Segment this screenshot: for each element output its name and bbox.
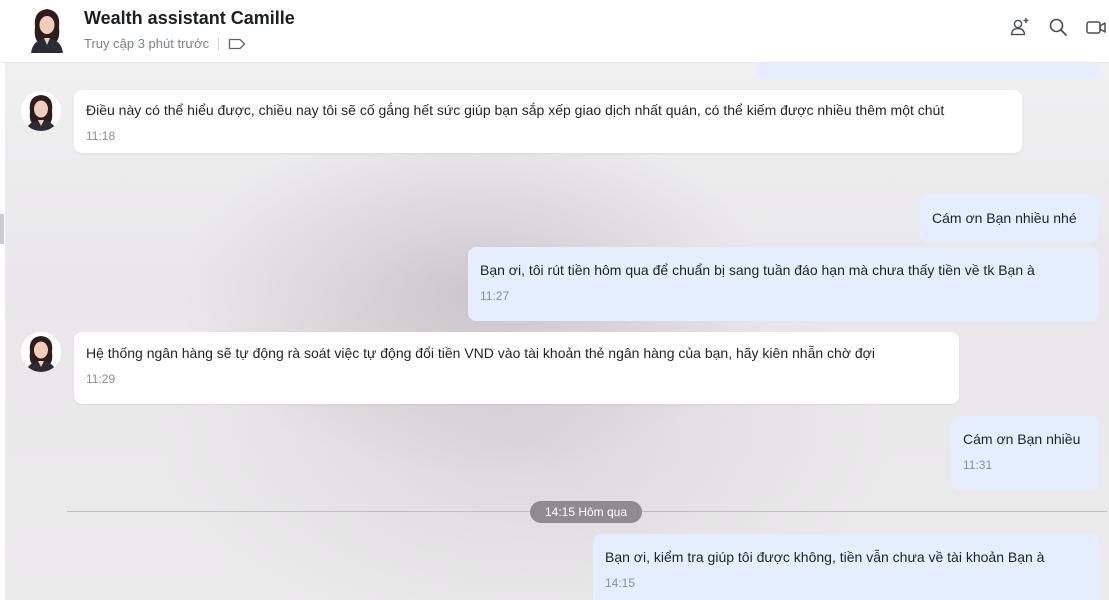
- sender-avatar[interactable]: [21, 91, 61, 131]
- message-text: Điều này có thể hiểu được, chiều nay tôi…: [86, 102, 945, 118]
- video-call-icon[interactable]: [1085, 16, 1107, 38]
- message-bubble-outgoing[interactable]: Bạn ơi, kiểm tra giúp tôi được không, ti…: [593, 534, 1099, 600]
- last-seen-text: Truy cập 3 phút trước: [84, 36, 210, 51]
- message-bubble-incoming[interactable]: Điều này có thể hiểu được, chiều nay tôi…: [74, 90, 1022, 153]
- message-bubble-partial: [756, 63, 1098, 79]
- message-bubble-outgoing[interactable]: Cám ơn Bạn nhiều 11:31: [951, 416, 1099, 490]
- contact-avatar[interactable]: [27, 5, 67, 53]
- message-bubble-incoming[interactable]: Hệ thống ngân hàng sẽ tự động rà soát vi…: [74, 332, 959, 404]
- chat-header: Wealth assistant Camille Truy cập 3 phút…: [0, 0, 1109, 63]
- message-time: 11:31: [963, 458, 993, 472]
- add-member-icon[interactable]: [1009, 16, 1031, 38]
- message-text: Bạn ơi, kiểm tra giúp tôi được không, ti…: [605, 549, 1045, 565]
- message-text: Hệ thống ngân hàng sẽ tự động rà soát vi…: [86, 345, 875, 361]
- message-time: 14:15: [605, 576, 636, 590]
- message-bubble-outgoing[interactable]: Cám ơn Bạn nhiều nhé: [920, 194, 1099, 242]
- sender-avatar[interactable]: [21, 332, 61, 372]
- panel-resize-handle[interactable]: [0, 214, 4, 244]
- message-text: Cám ơn Bạn nhiều: [963, 431, 1081, 447]
- search-icon[interactable]: [1047, 16, 1069, 38]
- message-text: Cám ơn Bạn nhiều nhé: [932, 210, 1077, 226]
- date-divider-label: 14:15 Hôm qua: [530, 501, 642, 523]
- last-seen-status: Truy cập 3 phút trước: [84, 36, 246, 51]
- message-time: 11:29: [86, 372, 116, 386]
- tag-icon[interactable]: [228, 38, 246, 50]
- message-time: 11:27: [480, 289, 510, 303]
- status-separator: [218, 37, 220, 50]
- contact-name: Wealth assistant Camille: [84, 8, 295, 28]
- message-text: Bạn ơi, tôi rút tiền hôm qua để chuẩn bị…: [480, 262, 1035, 278]
- message-time: 11:18: [86, 129, 116, 143]
- message-bubble-outgoing[interactable]: Bạn ơi, tôi rút tiền hôm qua để chuẩn bị…: [468, 247, 1099, 321]
- header-actions: [1009, 16, 1109, 38]
- message-list[interactable]: Điều này có thể hiểu được, chiều nay tôi…: [5, 63, 1109, 600]
